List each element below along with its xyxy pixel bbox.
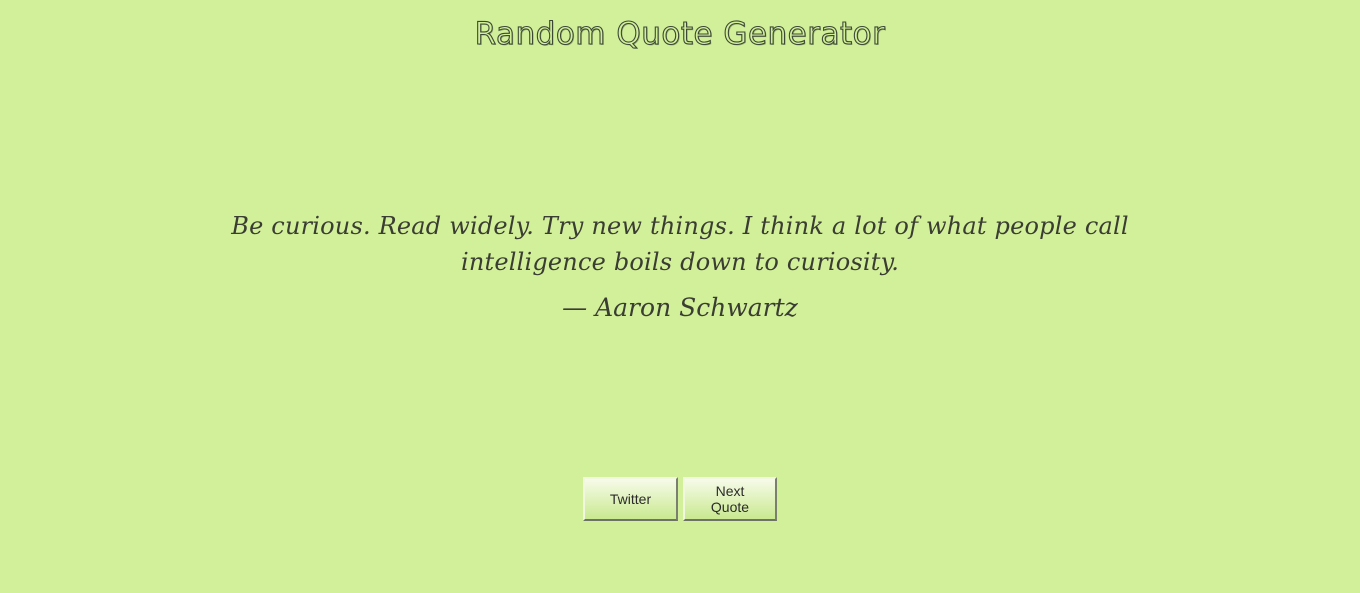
quote-author: — Aaron Schwartz xyxy=(562,293,798,322)
twitter-button[interactable]: Twitter xyxy=(583,477,678,521)
page-title: Random Quote Generator xyxy=(474,15,886,52)
button-row: Twitter Next Quote xyxy=(0,477,1360,521)
next-quote-button[interactable]: Next Quote xyxy=(683,477,777,521)
quote-block: Be curious. Read widely. Try new things.… xyxy=(170,208,1190,326)
quote-text: Be curious. Read widely. Try new things.… xyxy=(231,212,1129,276)
